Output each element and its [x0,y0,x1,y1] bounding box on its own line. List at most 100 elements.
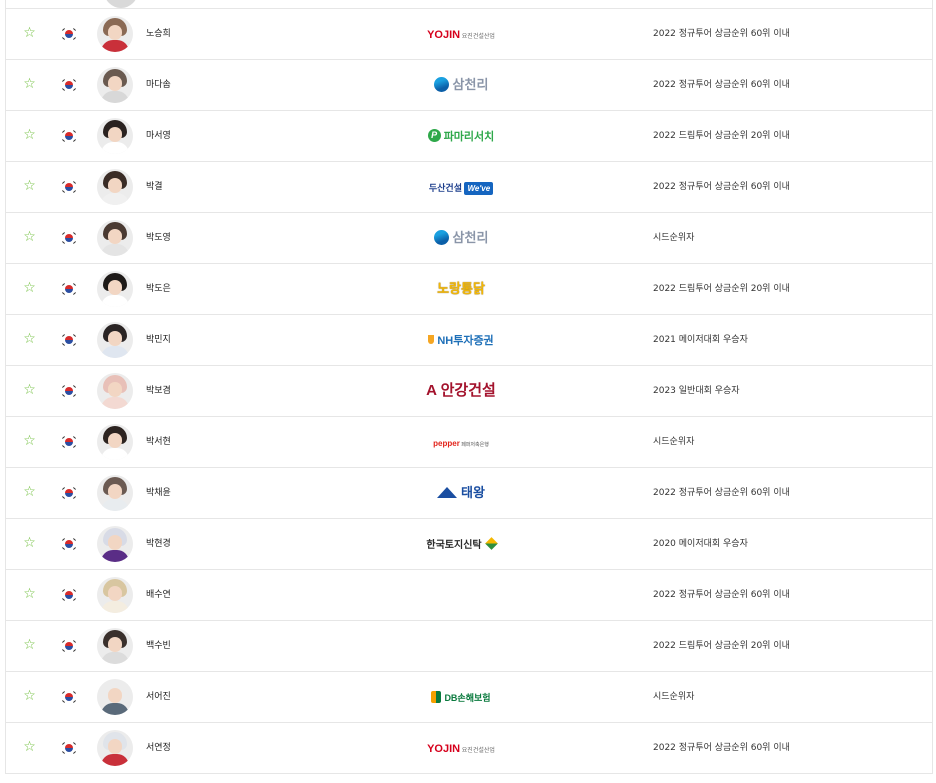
player-name[interactable]: 박서현 [146,417,171,467]
table-row[interactable]: ☆ 마다솜 삼천리 2022 정규투어 상금순위 60위 이내 [6,60,932,111]
avatar[interactable] [97,526,133,562]
avatar[interactable] [97,679,133,715]
samchully-logo-icon [433,230,449,246]
avatar[interactable] [97,271,133,307]
table-row[interactable]: ☆ 백수빈 2022 드림투어 상금순위 20위 이내 [6,621,932,672]
sponsor-logo-text: 삼천리 [433,77,488,93]
nh-logo-icon [428,335,435,345]
table-row[interactable]: ☆ 박채윤 태왕 2022 정규투어 상금순위 60위 이내 [6,468,932,519]
star-outline-icon[interactable]: ☆ [22,77,37,92]
db-logo-icon [431,690,442,703]
kodit-logo-icon [484,537,498,551]
qualification-text: 시드순위자 [653,437,695,447]
avatar[interactable] [97,730,133,766]
qualification-text: 2023 일반대회 우승자 [653,386,740,396]
player-name[interactable]: 마다솜 [146,60,171,110]
sponsor-logo-text: P 파마리서치 [427,128,494,144]
star-outline-icon[interactable]: ☆ [22,128,37,143]
samchully-logo-icon [433,77,449,93]
qualification-text: 시드순위자 [653,692,695,702]
star-outline-icon[interactable]: ☆ [22,689,37,704]
player-name[interactable]: 박민지 [146,315,171,365]
table-row[interactable]: ☆ 박서현 pepper 페퍼저축은행 시드순위자 [6,417,932,468]
star-outline-icon[interactable]: ☆ [22,332,37,347]
avatar[interactable] [97,67,133,103]
qualification-text: 2020 메이저대회 우승자 [653,539,748,549]
avatar[interactable] [97,169,133,205]
table-row[interactable]: ☆ 서어진 DB손해보험 시드순위자 [6,672,932,723]
qualification-text: 2022 정규투어 상금순위 60위 이내 [653,29,790,39]
player-name[interactable]: 노승희 [146,9,171,59]
star-outline-icon[interactable]: ☆ [22,434,37,449]
table-row[interactable]: ☆ 박민지 NH투자증권 2021 메이저대회 우승자 [6,315,932,366]
qualification-text: 2022 정규투어 상금순위 60위 이내 [653,590,790,600]
player-name[interactable]: 서어진 [146,672,171,722]
star-outline-icon[interactable]: ☆ [22,485,37,500]
sponsor-logo-text: 노랑통닭 [437,281,485,296]
korea-flag-icon [62,231,76,245]
star-outline-icon[interactable]: ☆ [22,638,37,653]
korea-flag-icon [62,537,76,551]
table-row[interactable]: ☆ 서연정 YOJIN 요진건설산업 2022 정규투어 상금순위 60위 이내 [6,723,932,774]
sponsor-logo: 한국토지신탁 [361,519,561,569]
player-name[interactable]: 박현경 [146,519,171,569]
star-outline-icon[interactable]: ☆ [22,536,37,551]
sponsor-logo [361,621,561,671]
korea-flag-icon [62,180,76,194]
table-row[interactable]: ☆ 박결 두산건설 We've 2022 정규투어 상금순위 60위 이내 [6,162,932,213]
korea-flag-icon [62,486,76,500]
sponsor-logo-text: pepper 페퍼저축은행 [433,439,489,448]
table-row[interactable]: ☆ 마서영 P 파마리서치 2022 드림투어 상금순위 20위 이내 [6,111,932,162]
korea-flag-icon [62,384,76,398]
table-row[interactable]: ☆ 박보겸 A 안강건설 2023 일반대회 우승자 [6,366,932,417]
star-outline-icon[interactable]: ☆ [22,26,37,41]
sponsor-logo: YOJIN 요진건설산업 [361,723,561,773]
avatar[interactable] [97,577,133,613]
avatar[interactable] [97,220,133,256]
avatar[interactable] [97,475,133,511]
table-row[interactable]: ☆ 박현경 한국토지신탁 2020 메이저대회 우승자 [6,519,932,570]
pharmaresearch-logo-icon: P [427,129,441,143]
sponsor-logo: 삼천리 [361,213,561,263]
player-name[interactable]: 박결 [146,162,163,212]
sponsor-logo-text: NH투자증권 [428,332,494,348]
star-outline-icon[interactable]: ☆ [22,740,37,755]
player-name[interactable]: 백수빈 [146,621,171,671]
sponsor-logo-text: 삼천리 [433,230,488,246]
player-name[interactable]: 서연정 [146,723,171,773]
sponsor-logo: P 파마리서치 [361,111,561,161]
table-row[interactable]: ☆ 노승희 YOJIN 요진건설산업 2022 정규투어 상금순위 60위 이내 [6,9,932,60]
sponsor-logo-text: 태왕 [437,485,485,501]
player-name[interactable]: 박도영 [146,213,171,263]
taewang-logo-icon [437,487,458,499]
star-outline-icon[interactable]: ☆ [22,281,37,296]
table-row[interactable]: ☆ 배수연 2022 정규투어 상금순위 60위 이내 [6,570,932,621]
player-name[interactable]: 박보겸 [146,366,171,416]
player-name[interactable]: 배수연 [146,570,171,620]
avatar[interactable] [97,322,133,358]
sponsor-logo: DB손해보험 [361,672,561,722]
table-row[interactable]: ☆ 박도영 삼천리 시드순위자 [6,213,932,264]
star-outline-icon[interactable]: ☆ [22,587,37,602]
avatar[interactable] [97,628,133,664]
player-name[interactable]: 박도은 [146,264,171,314]
avatar[interactable] [97,424,133,460]
avatar[interactable] [97,373,133,409]
sponsor-logo-text: 한국토지신탁 [426,536,498,552]
player-name[interactable]: 박채윤 [146,468,171,518]
sponsor-logo-text: YOJIN 요진건설산업 [427,743,495,755]
qualification-text: 2022 정규투어 상금순위 60위 이내 [653,80,790,90]
star-outline-icon[interactable]: ☆ [22,383,37,398]
table-row[interactable]: ☆ 박도은 노랑통닭 2022 드림투어 상금순위 20위 이내 [6,264,932,315]
player-name[interactable]: 마서영 [146,111,171,161]
star-outline-icon[interactable]: ☆ [22,179,37,194]
avatar[interactable] [97,118,133,154]
sponsor-logo-text: DB손해보험 [431,689,491,705]
korea-flag-icon [62,282,76,296]
avatar[interactable] [97,16,133,52]
sponsor-logo: 두산건설 We've [361,162,561,212]
qualification-text: 2022 드림투어 상금순위 20위 이내 [653,131,790,141]
player-list-table: ☆ 노승희 YOJIN 요진건설산업 2022 정규투어 상금순위 60위 이내… [5,0,933,774]
sponsor-logo: 노랑통닭 [361,264,561,314]
star-outline-icon[interactable]: ☆ [22,230,37,245]
